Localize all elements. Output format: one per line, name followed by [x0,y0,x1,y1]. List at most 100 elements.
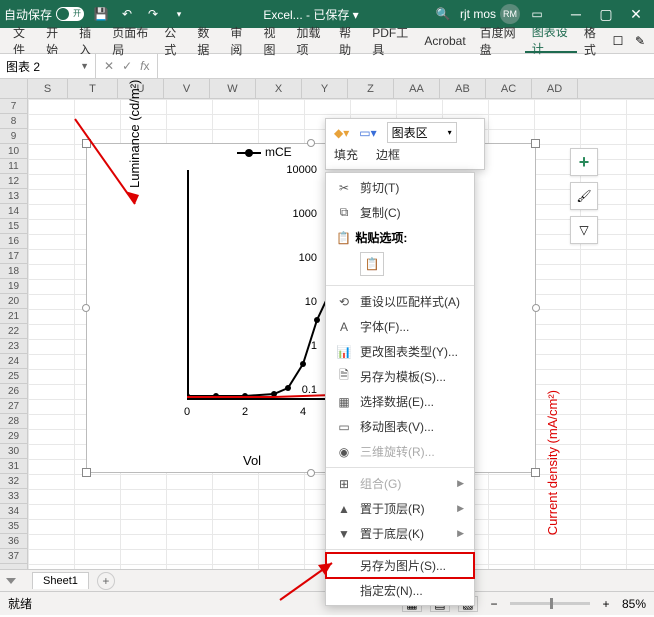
col-AC[interactable]: AC [486,79,532,98]
row-header[interactable]: 34 [0,504,27,519]
chart-elements-button[interactable]: + [570,148,598,176]
sheet-tab-1[interactable]: Sheet1 [32,572,89,589]
row-header[interactable]: 13 [0,189,27,204]
maximize-button[interactable]: ▢ [592,3,620,25]
tab-format[interactable]: 格式 [577,28,610,53]
resize-handle[interactable] [531,468,540,477]
col-AB[interactable]: AB [440,79,486,98]
row-header[interactable]: 12 [0,174,27,189]
tab-home[interactable]: 开始 [39,28,72,53]
row-header[interactable]: 14 [0,204,27,219]
row-header[interactable]: 23 [0,339,27,354]
zoom-in-button[interactable]: + [598,597,614,611]
row-header[interactable]: 7 [0,99,27,114]
cancel-fx-icon[interactable]: ✕ [104,59,114,73]
zoom-level[interactable]: 85% [622,597,646,611]
row-header[interactable]: 10 [0,144,27,159]
row-header[interactable]: 25 [0,369,27,384]
tab-formulas[interactable]: 公式 [157,28,190,53]
row-header[interactable]: 19 [0,279,27,294]
resize-handle[interactable] [82,304,90,312]
user[interactable]: rjt mos RM [460,4,520,24]
row-header[interactable]: 11 [0,159,27,174]
tab-insert[interactable]: 插入 [72,28,105,53]
zoom-slider[interactable] [510,602,590,605]
tab-data[interactable]: 数据 [190,28,223,53]
fx-icon[interactable]: fx [140,59,149,73]
col-S[interactable]: S [28,79,68,98]
comments-icon[interactable]: ✎ [632,33,648,49]
col-Y[interactable]: Y [302,79,348,98]
chart-filters-button[interactable]: ▽ [570,216,598,244]
autosave-toggle[interactable]: 开 [56,7,84,21]
row-header[interactable]: 35 [0,519,27,534]
row-header[interactable]: 36 [0,534,27,549]
tab-view[interactable]: 视图 [256,28,289,53]
row-header[interactable]: 32 [0,474,27,489]
row-header[interactable]: 26 [0,384,27,399]
row-header[interactable]: 18 [0,264,27,279]
tab-help[interactable]: 帮助 [332,28,365,53]
tab-acrobat[interactable]: Acrobat [417,28,472,53]
chart-area-dropdown[interactable]: 图表区▾ [387,122,457,143]
add-sheet-button[interactable]: + [97,572,115,590]
row-header[interactable]: 31 [0,459,27,474]
row-header[interactable]: 20 [0,294,27,309]
formula-input[interactable] [158,54,654,78]
col-T[interactable]: T [68,79,118,98]
menu-send-back[interactable]: ▼置于底层(K)▶ [326,521,474,546]
resize-handle[interactable] [532,304,540,312]
row-header[interactable]: 28 [0,414,27,429]
row-header[interactable]: 37 [0,549,27,564]
redo-icon[interactable]: ↷ [144,5,162,23]
menu-change-chart-type[interactable]: 📊更改图表类型(Y)... [326,339,474,364]
resize-handle[interactable] [307,139,315,147]
name-box-dropdown-icon[interactable]: ▼ [80,61,89,71]
menu-save-template[interactable]: 🗎另存为模板(S)... [326,364,474,389]
col-AD[interactable]: AD [532,79,578,98]
row-header[interactable]: 33 [0,489,27,504]
col-AA[interactable]: AA [394,79,440,98]
col-X[interactable]: X [256,79,302,98]
resize-handle[interactable] [82,468,91,477]
ribbon-options-icon[interactable]: ▭ [528,5,546,23]
row-header[interactable]: 29 [0,429,27,444]
select-all-corner[interactable] [0,79,28,98]
chart-styles-button[interactable]: 🖌 [570,182,598,210]
row-header[interactable]: 30 [0,444,27,459]
row-header[interactable]: 24 [0,354,27,369]
tab-pdf[interactable]: PDF工具 [365,28,417,53]
filename[interactable]: Excel... - 已保存 ▾ [196,6,426,23]
tab-chart-design[interactable]: 图表设计 [525,28,577,53]
resize-handle[interactable] [531,139,540,148]
tab-baidu[interactable]: 百度网盘 [473,28,525,53]
resize-handle[interactable] [307,469,315,477]
menu-select-data[interactable]: ▦选择数据(E)... [326,389,474,414]
menu-font[interactable]: A字体(F)... [326,314,474,339]
menu-reset-style[interactable]: ⟲重设以匹配样式(A) [326,289,474,314]
col-V[interactable]: V [164,79,210,98]
row-header[interactable]: 21 [0,309,27,324]
tab-nav-icon[interactable] [6,578,16,584]
menu-move-chart[interactable]: ▭移动图表(V)... [326,414,474,439]
qat-more-icon[interactable]: ▾ [170,5,188,23]
tab-file[interactable]: 文件 [6,28,39,53]
enter-fx-icon[interactable]: ✓ [122,59,132,73]
share-icon[interactable]: ☐ [610,33,626,49]
tab-review[interactable]: 审阅 [223,28,256,53]
close-button[interactable]: ✕ [622,3,650,25]
tab-layout[interactable]: 页面布局 [105,28,157,53]
row-header[interactable]: 15 [0,219,27,234]
zoom-out-button[interactable]: − [486,597,502,611]
row-header[interactable]: 9 [0,129,27,144]
row-header[interactable]: 16 [0,234,27,249]
row-header[interactable]: 22 [0,324,27,339]
row-header[interactable]: 17 [0,249,27,264]
row-header[interactable]: 8 [0,114,27,129]
col-W[interactable]: W [210,79,256,98]
menu-copy[interactable]: ⧉复制(C) [326,200,474,225]
paste-option-1[interactable]: 📋 [360,252,384,276]
col-Z[interactable]: Z [348,79,394,98]
menu-bring-front[interactable]: ▲置于顶层(R)▶ [326,496,474,521]
save-icon[interactable]: 💾 [92,5,110,23]
